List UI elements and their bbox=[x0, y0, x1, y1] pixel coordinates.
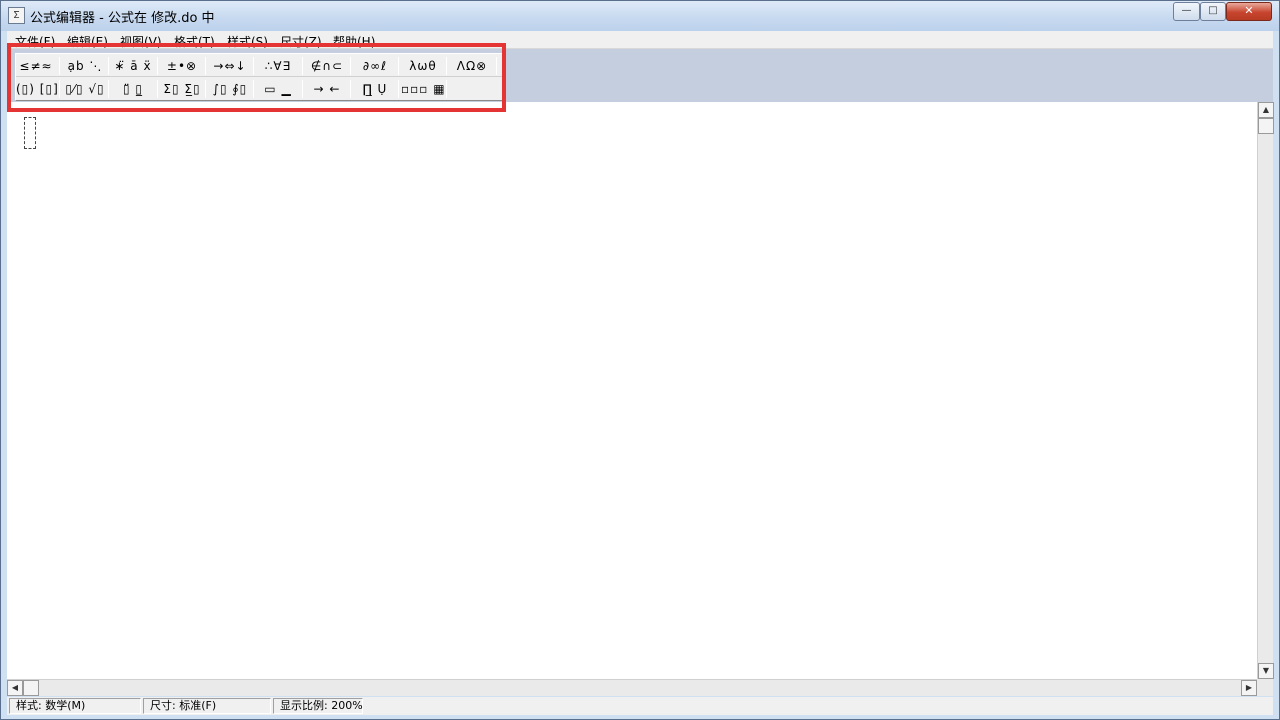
palette-separator bbox=[108, 57, 109, 75]
arrows-palette-button[interactable]: →⇔↓ bbox=[208, 55, 252, 77]
scroll-up-arrow-icon[interactable]: ▲ bbox=[1258, 102, 1274, 118]
app-icon[interactable]: Σ bbox=[8, 7, 25, 24]
operators-palette-button[interactable]: ±•⊗ bbox=[160, 55, 204, 77]
greek-upper-palette-button[interactable]: ΛΩ⊗ bbox=[449, 55, 495, 77]
close-button[interactable]: ✕ bbox=[1226, 2, 1272, 21]
menu-style[interactable]: 样式(S) bbox=[227, 33, 268, 50]
menu-format[interactable]: 格式(T) bbox=[174, 33, 215, 50]
equation-palette: ≤≠≈ ạb ⋱ ∗̈ ā ẍ ±•⊗ →⇔↓ ∴∀∃ ∉∩⊂ ∂∞ℓ λωθ … bbox=[15, 53, 503, 101]
horizontal-scrollbar[interactable]: ◀ ▶ bbox=[7, 679, 1257, 696]
size-grip[interactable] bbox=[1257, 679, 1273, 696]
palette-separator bbox=[108, 80, 109, 98]
palette-separator bbox=[59, 57, 60, 75]
scroll-down-arrow-icon[interactable]: ▼ bbox=[1258, 663, 1274, 679]
equation-editor-window: Σ 公式编辑器 - 公式在 修改.do 中 — □ ✕ 文件(F) 编辑(E) … bbox=[0, 0, 1280, 720]
status-style: 样式: 数学(M) bbox=[9, 698, 141, 714]
summations-palette-button[interactable]: Σ▯ Σ̲▯ bbox=[160, 78, 204, 100]
menu-view[interactable]: 视图(V) bbox=[120, 33, 162, 50]
menu-file[interactable]: 文件(F) bbox=[15, 33, 55, 50]
equation-editing-area[interactable] bbox=[7, 102, 1257, 679]
status-bar: 样式: 数学(M) 尺寸: 标准(F) 显示比例: 200% bbox=[7, 697, 1273, 715]
symbol-palette-row: ≤≠≈ ạb ⋱ ∗̈ ā ẍ ±•⊗ →⇔↓ ∴∀∃ ∉∩⊂ ∂∞ℓ λωθ … bbox=[16, 55, 502, 77]
labeled-arrows-palette-button[interactable]: → ← bbox=[305, 78, 349, 100]
palette-separator bbox=[205, 80, 206, 98]
scroll-left-arrow-icon[interactable]: ◀ bbox=[7, 680, 23, 696]
palette-separator bbox=[302, 80, 303, 98]
misc-symbols-palette-button[interactable]: ∂∞ℓ bbox=[353, 55, 397, 77]
status-size: 尺寸: 标准(F) bbox=[143, 698, 271, 714]
minimize-button[interactable]: — bbox=[1173, 2, 1200, 21]
menu-size[interactable]: 尺寸(Z) bbox=[280, 33, 322, 50]
status-zoom: 显示比例: 200% bbox=[273, 698, 363, 714]
menu-bar: 文件(F) 编辑(E) 视图(V) 格式(T) 样式(S) 尺寸(Z) 帮助(H… bbox=[7, 31, 1273, 49]
palette-separator bbox=[59, 80, 60, 98]
set-theory-palette-button[interactable]: ∉∩⊂ bbox=[305, 55, 349, 77]
palette-separator bbox=[446, 57, 447, 75]
palette-separator bbox=[253, 80, 254, 98]
fences-palette-button[interactable]: (▯) [▯] bbox=[16, 78, 58, 100]
palette-separator bbox=[446, 80, 447, 98]
palette-separator bbox=[350, 57, 351, 75]
menu-help[interactable]: 帮助(H) bbox=[333, 33, 375, 50]
products-sets-palette-button[interactable]: ∏̲ Ụ bbox=[353, 78, 397, 100]
subscripts-palette-button[interactable]: ▯̈ ▯̲ bbox=[111, 78, 155, 100]
fractions-radicals-palette-button[interactable]: ▯⁄▯ √▯ bbox=[63, 78, 107, 100]
palette-separator bbox=[302, 57, 303, 75]
greek-lower-palette-button[interactable]: λωθ bbox=[401, 55, 445, 77]
palette-separator bbox=[205, 57, 206, 75]
palette-separator bbox=[496, 57, 497, 75]
spaces-ellipses-palette-button[interactable]: ạb ⋱ bbox=[63, 55, 107, 77]
vertical-scrollbar[interactable]: ▲ ▼ bbox=[1257, 102, 1274, 679]
toolbar-area: ≤≠≈ ạb ⋱ ∗̈ ā ẍ ±•⊗ →⇔↓ ∴∀∃ ∉∩⊂ ∂∞ℓ λωθ … bbox=[7, 49, 1273, 102]
palette-separator bbox=[157, 57, 158, 75]
palette-separator bbox=[350, 80, 351, 98]
integrals-palette-button[interactable]: ∫▯ ∮▯ bbox=[208, 78, 252, 100]
matrices-palette-button[interactable]: ▫▫▫ ▦ bbox=[401, 78, 445, 100]
logic-palette-button[interactable]: ∴∀∃ bbox=[256, 55, 300, 77]
palette-separator bbox=[398, 80, 399, 98]
horizontal-scroll-thumb[interactable] bbox=[23, 680, 39, 696]
palette-separator bbox=[157, 80, 158, 98]
underbars-overbars-palette-button[interactable]: ▭ ▁ bbox=[256, 78, 300, 100]
palette-separator bbox=[398, 57, 399, 75]
insertion-slot[interactable] bbox=[24, 117, 36, 149]
template-palette-row: (▯) [▯] ▯⁄▯ √▯ ▯̈ ▯̲ Σ▯ Σ̲▯ ∫▯ ∮▯ ▭ ▁ → … bbox=[16, 78, 502, 100]
embellishments-palette-button[interactable]: ∗̈ ā ẍ bbox=[111, 55, 155, 77]
vertical-scroll-thumb[interactable] bbox=[1258, 118, 1274, 134]
maximize-button[interactable]: □ bbox=[1200, 2, 1226, 21]
relations-palette-button[interactable]: ≤≠≈ bbox=[16, 55, 56, 77]
window-title: 公式编辑器 - 公式在 修改.do 中 bbox=[30, 11, 215, 26]
menu-edit[interactable]: 编辑(E) bbox=[67, 33, 108, 50]
scroll-right-arrow-icon[interactable]: ▶ bbox=[1241, 680, 1257, 696]
title-bar[interactable]: Σ 公式编辑器 - 公式在 修改.do 中 — □ ✕ bbox=[1, 1, 1279, 31]
palette-separator bbox=[253, 57, 254, 75]
